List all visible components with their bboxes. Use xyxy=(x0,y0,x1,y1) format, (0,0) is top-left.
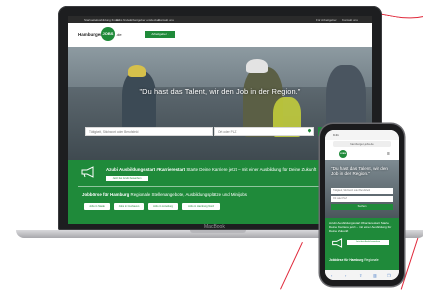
site-header: Hamburger JOBS .de Arbeitgeber · Anmelde… xyxy=(68,23,372,48)
phone-azubi-button[interactable]: Jetzt bei Azubi bewerben xyxy=(347,240,389,245)
hero-photo-figure xyxy=(128,65,146,77)
phone-logo-badge[interactable]: JOBS xyxy=(339,150,347,158)
topbar-link[interactable]: Startseite xyxy=(84,18,97,22)
forward-icon[interactable]: › xyxy=(345,273,346,278)
jobs-promo-body: Regionale Stellenangebote, Ausbildungspl… xyxy=(129,192,247,197)
bookmarks-icon[interactable]: ▥ xyxy=(373,273,377,278)
region-chip[interactable]: Jobs in Stade xyxy=(84,203,110,210)
phone-hero-quote: "Du hast das Talent, wir den Job in der … xyxy=(331,166,388,177)
region-chip[interactable]: Jobs in Hamburg Nord xyxy=(182,203,220,210)
azubi-promo-title: Azubi Ausbildungsstart #Karrierestart xyxy=(106,167,186,172)
status-time: 9:41 xyxy=(333,133,339,137)
azubi-promo-body: Starte Deine Karriere jetzt – mit einer … xyxy=(185,167,317,172)
top-nav-bar: Startseite Ausbildung finden Jobs finden… xyxy=(68,16,372,23)
phone-jobs-title: Jobbörse für Hamburg xyxy=(329,258,364,262)
topbar-link[interactable]: Für Arbeitgeber xyxy=(316,18,337,22)
hero-quote: "Du hast das Talent, wir den Job in der … xyxy=(139,87,301,96)
search-input[interactable]: Tätigkeit, Stichwort oder Berufsfeld xyxy=(85,127,213,136)
phone-search-button[interactable]: Suchen xyxy=(331,204,393,210)
megaphone-icon xyxy=(81,166,94,178)
phone-screen: 9:41 hamburger-jobs.de JOBS ≡ "Du hast d… xyxy=(325,130,399,280)
phone-search-input[interactable]: Tätigkeit, Stichwort oder Berufsfeld xyxy=(331,188,393,194)
decorative-line xyxy=(280,242,304,290)
share-icon[interactable]: ⇪ xyxy=(359,273,362,278)
employer-login-button[interactable]: Arbeitgeber · Anmelden xyxy=(145,31,175,43)
megaphone-icon xyxy=(332,238,343,248)
phone-jobs-text: Jobbörse für Hamburg Regionale xyxy=(329,258,395,262)
back-icon[interactable]: ‹ xyxy=(331,273,332,278)
logo-suffix: .de xyxy=(116,32,122,37)
hero-background xyxy=(68,47,372,87)
hero-photo-figure xyxy=(122,71,156,131)
topbar-link[interactable]: Kontakt uns xyxy=(342,18,358,22)
region-chip[interactable]: Jobs in Lüneburg xyxy=(148,203,178,210)
phone-location-input[interactable]: Ort oder PLZ xyxy=(331,196,393,202)
phone-url-bar[interactable]: hamburger-jobs.de xyxy=(333,141,391,147)
phone-jobs-body: Regionale xyxy=(363,258,379,262)
azubi-apply-button[interactable]: Jetzt bei Azubi bewerben xyxy=(106,176,148,181)
phone-status-bar: 9:41 xyxy=(325,130,399,140)
logo-badge[interactable]: JOBS xyxy=(101,27,115,41)
device-brand-label: MacBook xyxy=(204,224,225,230)
logo-prefix[interactable]: Hamburger xyxy=(78,32,102,37)
phone-azubi-text: Azubi Ausbildungsstart #Karrierestart St… xyxy=(329,221,392,233)
hero-photo-figure xyxy=(246,59,268,73)
location-input[interactable]: Ort oder PLZ xyxy=(214,127,314,136)
tabs-icon[interactable]: ❐ xyxy=(387,273,391,278)
jobs-promo-title: Jobbörse für Hamburg xyxy=(82,192,130,197)
topbar-link[interactable]: Arbeitgeber entdecken xyxy=(130,18,160,22)
phone-browser-toolbar: ‹ › ⇪ ▥ ❐ xyxy=(325,270,399,280)
region-chip[interactable]: Jobs in Cuxhaven xyxy=(114,203,144,210)
hamburger-menu-icon[interactable]: ≡ xyxy=(387,151,390,157)
topbar-link[interactable]: Kontakt uns xyxy=(158,18,174,22)
laptop-notch xyxy=(190,230,246,233)
jobs-promo-text: Jobbörse für Hamburg Regionale Stellenan… xyxy=(82,192,247,197)
